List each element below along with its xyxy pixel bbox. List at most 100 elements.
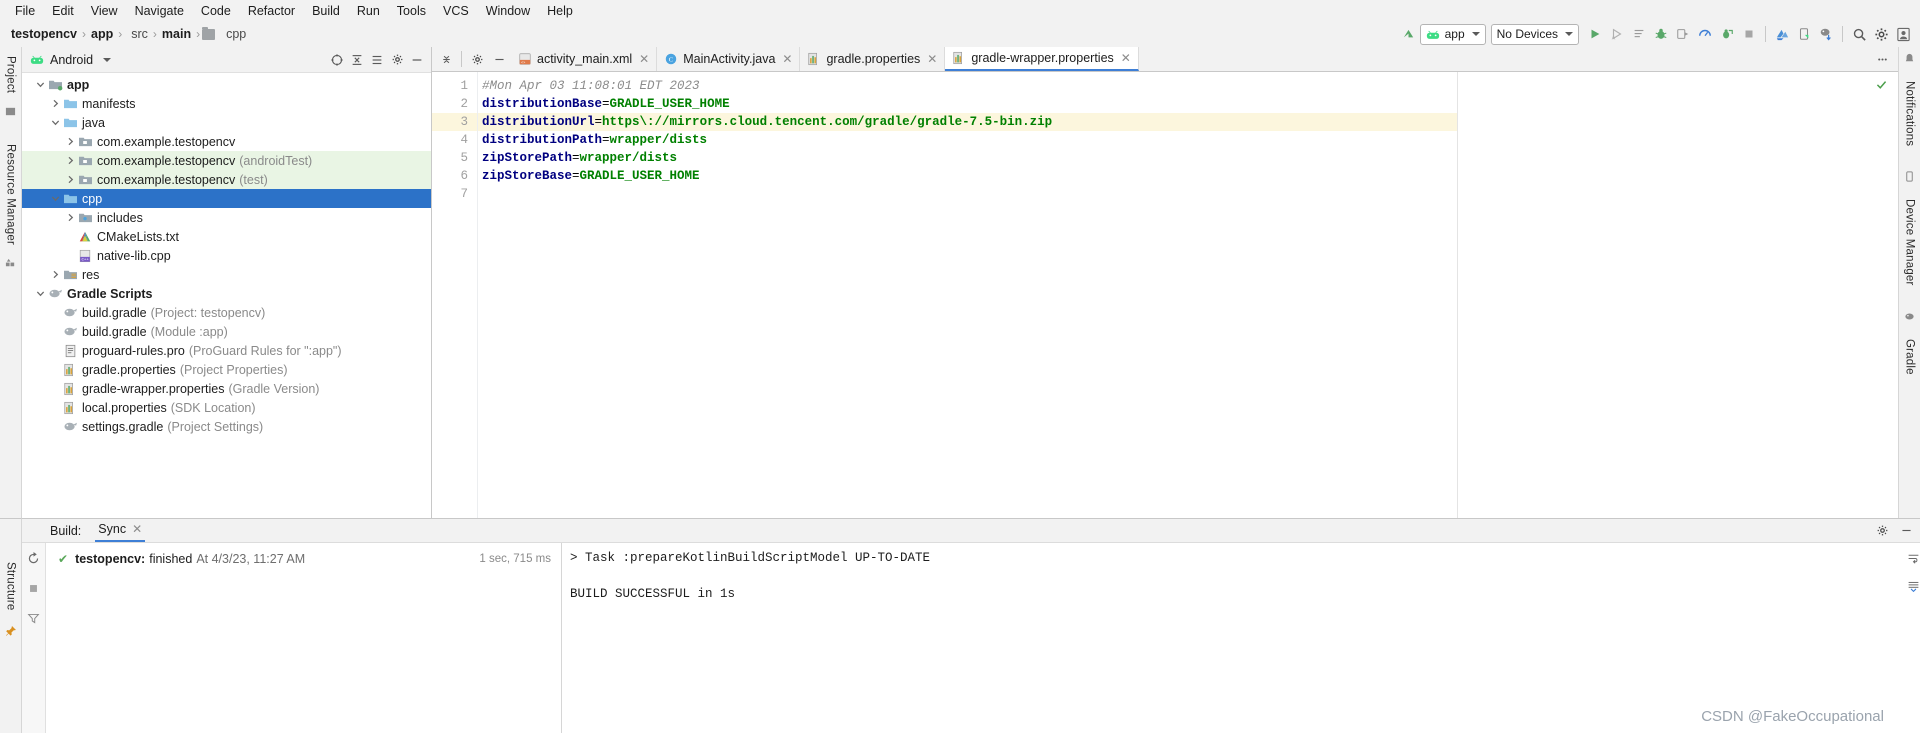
tree-node-build-gradle[interactable]: build.gradle (Module :app) — [22, 322, 431, 341]
editor-tab-gradle-properties[interactable]: gradle.properties ✕ — [800, 47, 946, 71]
code-line[interactable]: #Mon Apr 03 11:08:01 EDT 2023 — [478, 77, 1457, 95]
tree-node-app[interactable]: app — [22, 75, 431, 94]
chevron-down-icon[interactable] — [103, 57, 112, 62]
rerun-icon[interactable] — [25, 549, 43, 567]
tree-node-settings-gradle[interactable]: settings.gradle (Project Settings) — [22, 417, 431, 436]
filter-icon[interactable] — [25, 609, 43, 627]
menu-item-file[interactable]: File — [7, 2, 43, 20]
code-line[interactable]: zipStoreBase=GRADLE_USER_HOME — [478, 167, 1457, 185]
stop-icon[interactable] — [25, 579, 43, 597]
breadcrumb-item-main[interactable]: main — [159, 27, 194, 41]
sidebar-item-resource-manager[interactable]: Resource Manager — [5, 141, 17, 248]
select-opened-file-icon[interactable] — [327, 50, 347, 70]
avatar-icon[interactable] — [1892, 23, 1914, 45]
favorites-pin-icon[interactable] — [5, 625, 16, 637]
sidebar-item-gradle[interactable]: Gradle — [1904, 336, 1916, 378]
tree-node-includes[interactable]: includes — [22, 208, 431, 227]
menu-item-run[interactable]: Run — [349, 2, 388, 20]
sidebar-item-structure[interactable]: Structure — [5, 559, 17, 613]
make-project-icon[interactable] — [1398, 23, 1420, 45]
build-result-row[interactable]: ✔ testopencv: finished At 4/3/23, 11:27 … — [46, 549, 561, 569]
gear-icon[interactable] — [1870, 23, 1892, 45]
tree-node-com-example-testopencv[interactable]: com.example.testopencv (test) — [22, 170, 431, 189]
sidebar-item-notifications[interactable]: Notifications — [1904, 78, 1916, 149]
chevron-down-icon[interactable] — [34, 289, 47, 298]
hide-panel-icon[interactable] — [1896, 521, 1916, 541]
settings-icon[interactable] — [387, 50, 407, 70]
apply-changes-icon[interactable]: A — [1606, 23, 1628, 45]
settings-icon[interactable] — [1872, 521, 1892, 541]
tree-node-build-gradle[interactable]: build.gradle (Project: testopencv) — [22, 303, 431, 322]
run-button[interactable] — [1584, 23, 1606, 45]
sidebar-item-project[interactable]: Project — [5, 53, 17, 96]
debug-icon[interactable] — [1650, 23, 1672, 45]
device-selector[interactable]: No Devices — [1490, 23, 1579, 45]
editor-minimap[interactable] — [1458, 72, 1898, 518]
attach-debugger-icon[interactable] — [1716, 23, 1738, 45]
build-result-tree[interactable]: ✔ testopencv: finished At 4/3/23, 11:27 … — [46, 543, 562, 733]
breadcrumb-item-app[interactable]: app — [88, 27, 116, 41]
apply-code-changes-icon[interactable] — [1628, 23, 1650, 45]
chevron-right-icon[interactable] — [49, 99, 62, 108]
sdk-manager-icon[interactable] — [1771, 23, 1793, 45]
scroll-to-end-icon[interactable] — [1904, 577, 1920, 595]
close-icon[interactable]: ✕ — [1121, 51, 1131, 65]
menu-item-vcs[interactable]: VCS — [435, 2, 477, 20]
breadcrumb-item-src[interactable]: src — [128, 27, 151, 41]
sidebar-item-device-manager[interactable]: Device Manager — [1904, 196, 1916, 289]
settings-icon[interactable] — [467, 49, 487, 69]
tree-node-gradle-scripts[interactable]: Gradle Scripts — [22, 284, 431, 303]
project-tree[interactable]: app manifests java com.example.testopencv co… — [22, 73, 431, 518]
build-tab-sync[interactable]: Sync ✕ — [95, 519, 146, 542]
tree-node-local-properties[interactable]: local.properties (SDK Location) — [22, 398, 431, 417]
code-line[interactable]: zipStorePath=wrapper/dists — [478, 149, 1457, 167]
editor-tab-gradle-wrapper-properties[interactable]: gradle-wrapper.properties ✕ — [945, 47, 1139, 71]
tree-node-cmakelists-txt[interactable]: CMakeLists.txt — [22, 227, 431, 246]
expand-icon[interactable] — [367, 50, 387, 70]
chevron-right-icon[interactable] — [64, 213, 77, 222]
expand-collapse-icon[interactable] — [436, 49, 456, 69]
soft-wrap-icon[interactable] — [1904, 549, 1920, 567]
menu-item-view[interactable]: View — [83, 2, 126, 20]
code-line[interactable] — [478, 185, 1457, 203]
tree-node-com-example-testopencv[interactable]: com.example.testopencv (androidTest) — [22, 151, 431, 170]
run-with-coverage-icon[interactable] — [1672, 23, 1694, 45]
menu-item-tools[interactable]: Tools — [389, 2, 434, 20]
chevron-right-icon[interactable] — [64, 156, 77, 165]
tree-node-manifests[interactable]: manifests — [22, 94, 431, 113]
close-icon[interactable]: ✕ — [927, 52, 937, 66]
stop-icon[interactable] — [1738, 23, 1760, 45]
tree-node-com-example-testopencv[interactable]: com.example.testopencv — [22, 132, 431, 151]
close-icon[interactable]: ✕ — [132, 522, 142, 536]
chevron-right-icon[interactable] — [64, 175, 77, 184]
profiler-icon[interactable] — [1694, 23, 1716, 45]
code-content[interactable]: #Mon Apr 03 11:08:01 EDT 2023 distributio… — [478, 72, 1457, 518]
menu-item-refactor[interactable]: Refactor — [240, 2, 303, 20]
chevron-down-icon[interactable] — [49, 194, 62, 203]
avd-manager-icon[interactable] — [1793, 23, 1815, 45]
close-icon[interactable]: ✕ — [639, 52, 649, 66]
menu-item-code[interactable]: Code — [193, 2, 239, 20]
menu-item-help[interactable]: Help — [539, 2, 581, 20]
code-line[interactable]: distributionUrl=https\://mirrors.cloud.t… — [478, 113, 1457, 131]
menu-item-navigate[interactable]: Navigate — [127, 2, 192, 20]
tree-node-res[interactable]: res — [22, 265, 431, 284]
tree-node-java[interactable]: java — [22, 113, 431, 132]
editor-tab-activity-main-xml[interactable]: <> activity_main.xml ✕ — [511, 47, 658, 71]
code-editor[interactable]: 1 2 3 4 5 6 7 #Mon Apr 03 11:08:01 EDT 2023 dis… — [432, 72, 1898, 518]
breadcrumb-item-testopencv[interactable]: testopencv — [8, 27, 80, 41]
tree-node-gradle-wrapper-properties[interactable]: gradle-wrapper.properties (Gradle Version… — [22, 379, 431, 398]
chevron-down-icon[interactable] — [34, 80, 47, 89]
breadcrumb-item-cpp[interactable]: cpp — [223, 27, 249, 41]
chevron-down-icon[interactable] — [49, 118, 62, 127]
tree-node-cpp[interactable]: cpp — [22, 189, 431, 208]
inspection-ok-icon[interactable] — [1875, 78, 1888, 91]
run-configuration-selector[interactable]: app — [1419, 23, 1486, 45]
menu-item-edit[interactable]: Edit — [44, 2, 82, 20]
menu-item-window[interactable]: Window — [478, 2, 538, 20]
tree-node-gradle-properties[interactable]: gradle.properties (Project Properties) — [22, 360, 431, 379]
build-output-console[interactable]: CSDN @FakeOccupational > Task :prepareKo… — [562, 543, 1906, 733]
sync-gradle-icon[interactable] — [1815, 23, 1837, 45]
chevron-right-icon[interactable] — [64, 137, 77, 146]
tree-node-proguard-rules-pro[interactable]: proguard-rules.pro (ProGuard Rules for ":… — [22, 341, 431, 360]
